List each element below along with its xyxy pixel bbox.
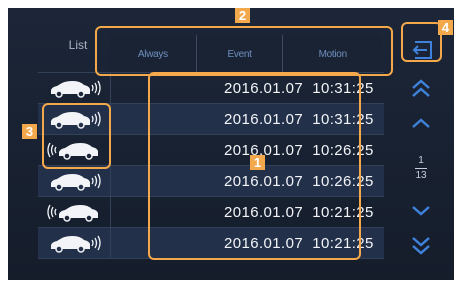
last-page-button[interactable] [406,234,436,256]
callout-label: 2 [235,8,250,23]
record-type-cell [38,197,111,227]
record-type-cell [38,73,111,103]
double-chevron-up-icon [412,79,430,97]
callout-label: 3 [22,124,37,139]
callout-box-back [401,22,442,62]
chevron-down-icon [412,206,430,216]
previous-page-button[interactable] [406,112,436,134]
page-divider [415,168,427,169]
callout-box-filter-tabs [95,26,393,76]
car-signal-left-icon [47,204,98,222]
next-page-button[interactable] [406,200,436,222]
record-type-cell [38,166,111,196]
record-type-cell [38,228,111,258]
current-page: 1 [418,155,424,166]
first-page-button[interactable] [406,78,436,100]
total-pages: 13 [415,170,427,181]
page-indicator: 1 13 [406,155,436,182]
car-signal-right-icon [51,80,101,98]
callout-label: 1 [250,155,265,170]
list-label: List [68,38,88,52]
callout-box-record-icons [42,103,111,169]
car-signal-right-icon [51,235,101,253]
callout-label: 4 [438,20,453,35]
car-signal-right-icon [51,173,101,191]
double-chevron-down-icon [412,237,430,255]
chevron-up-icon [412,118,430,128]
